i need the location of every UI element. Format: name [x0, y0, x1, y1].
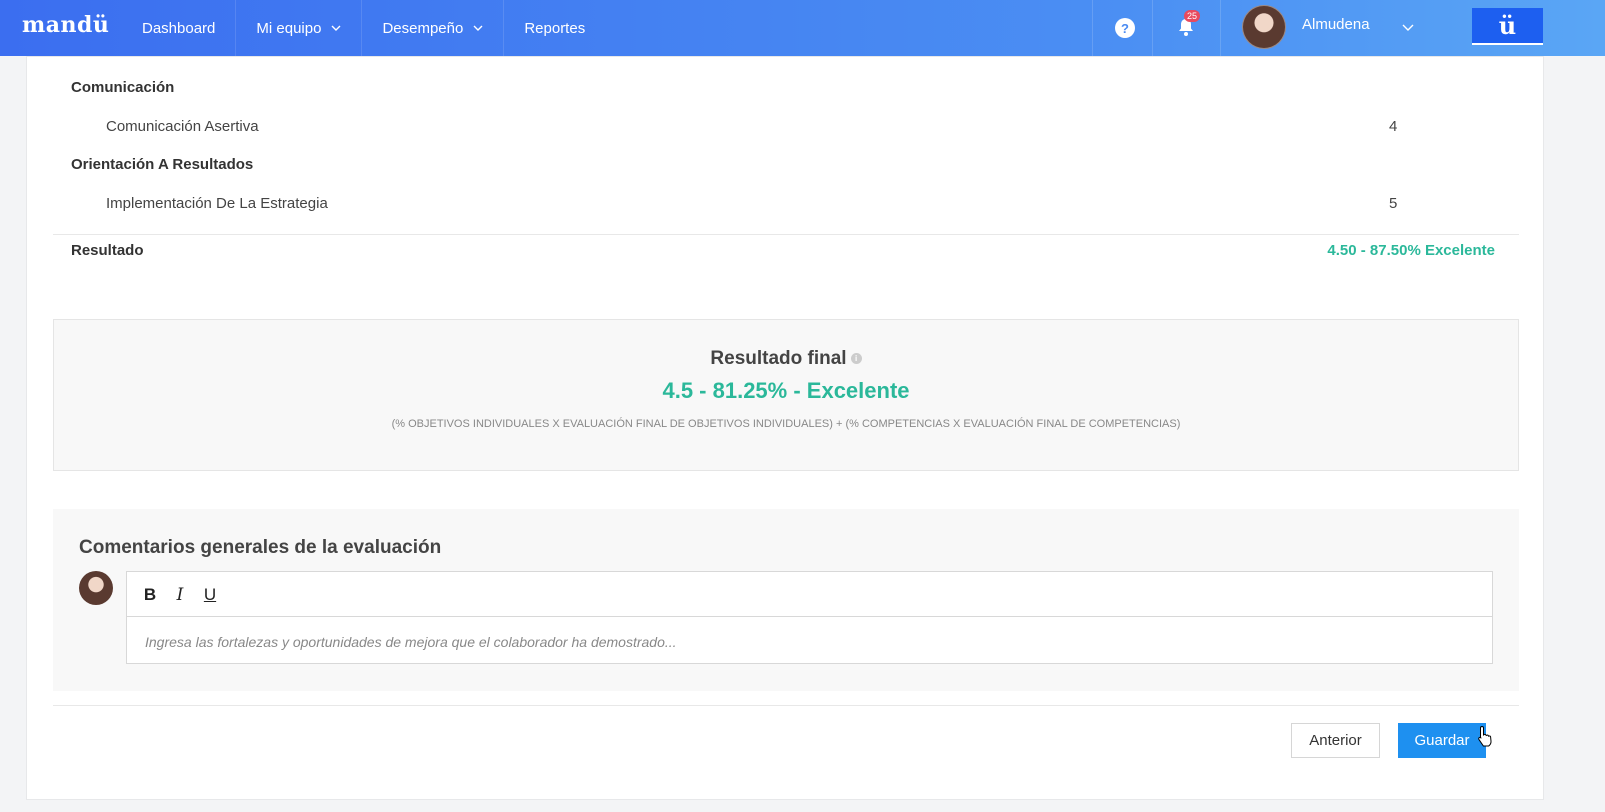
app-switcher-button[interactable]: ü: [1472, 8, 1543, 45]
evaluation-card: Comunicación Comunicación Asertiva 4 Ori…: [26, 56, 1544, 800]
category-label: Orientación A Resultados: [71, 156, 254, 173]
nav-item-reportes[interactable]: Reportes: [504, 0, 605, 56]
competency-label: Implementación De La Estrategia: [106, 195, 328, 212]
bold-button[interactable]: B: [139, 584, 161, 606]
user-avatar[interactable]: [1242, 5, 1286, 49]
nav-divider: [1092, 0, 1093, 56]
info-icon[interactable]: i: [850, 353, 862, 364]
notifications-button[interactable]: 25: [1175, 10, 1201, 40]
comments-title: Comentarios generales de la evaluación: [79, 537, 442, 558]
nav-item-label: Desempeño: [382, 19, 464, 37]
comment-editor[interactable]: B I U Ingresa las fortalezas y oportunid…: [126, 571, 1493, 664]
final-result-panel: Resultado final i 4.5 - 81.25% - Excelent…: [53, 319, 1519, 471]
mandu-logo[interactable]: mandü: [22, 12, 109, 38]
nav-item-label: Dashboard: [142, 19, 216, 37]
top-navbar: mandü Dashboard Mi equipo Desempeño Repo…: [0, 0, 1605, 56]
final-result-title-text: Resultado final: [710, 348, 847, 369]
footer-divider: [53, 705, 1519, 706]
chevron-down-icon: [473, 25, 483, 31]
nav-divider: [1152, 0, 1153, 56]
underline-button[interactable]: U: [199, 584, 221, 606]
nav-item-label: Mi equipo: [256, 19, 322, 37]
editor-toolbar: B I U: [127, 572, 1492, 617]
previous-button[interactable]: Anterior: [1291, 723, 1380, 758]
chevron-down-icon: [331, 25, 341, 31]
final-result-formula: (% OBJETIVOS INDIVIDUALES X EVALUACIÓN F…: [391, 418, 1181, 430]
competency-score: 5: [1389, 195, 1398, 212]
nav-item-label: Reportes: [524, 19, 586, 37]
nav-item-desempeno[interactable]: Desempeño: [362, 0, 505, 56]
help-icon[interactable]: ?: [1115, 18, 1135, 38]
result-label: Resultado: [71, 242, 144, 259]
italic-button[interactable]: I: [169, 584, 191, 606]
save-button[interactable]: Guardar: [1398, 723, 1486, 758]
result-value: 4.50 - 87.50% Excelente: [1327, 242, 1495, 259]
section-divider: [53, 234, 1519, 235]
chevron-down-icon[interactable]: [1402, 21, 1414, 33]
final-result-title: Resultado final i: [54, 348, 1518, 370]
user-name[interactable]: Almudena: [1302, 16, 1370, 33]
competency-score: 4: [1389, 118, 1398, 135]
comment-input[interactable]: Ingresa las fortalezas y oportunidades d…: [145, 634, 677, 650]
category-label: Comunicación: [71, 79, 175, 96]
notification-badge: 25: [1184, 10, 1201, 22]
comments-panel: Comentarios generales de la evaluación B…: [53, 509, 1519, 691]
nav-divider: [1220, 0, 1221, 56]
competency-label: Comunicación Asertiva: [106, 118, 259, 135]
hand-cursor-icon: [1478, 725, 1492, 747]
nav-item-mi-equipo[interactable]: Mi equipo: [236, 0, 363, 56]
avatar: [79, 571, 113, 605]
nav-item-dashboard[interactable]: Dashboard: [122, 0, 237, 56]
final-result-value: 4.5 - 81.25% - Excelente: [662, 378, 910, 403]
main-nav: Dashboard Mi equipo Desempeño Reportes: [122, 0, 605, 56]
